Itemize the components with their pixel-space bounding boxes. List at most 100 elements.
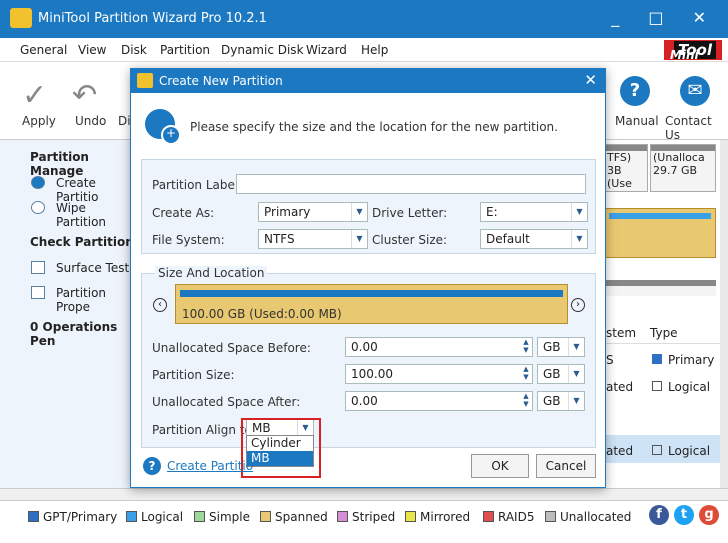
column-type[interactable]: Type (650, 326, 678, 340)
chevron-down-icon: ▼ (568, 392, 584, 410)
window-controls[interactable]: _ □ ✕ (611, 8, 718, 27)
sidebar-item-surface-test[interactable]: Surface Test (56, 261, 129, 275)
chevron-down-icon: ▼ (571, 230, 587, 248)
action-panel: Partition Manage Create Partitio Wipe Pa… (0, 140, 140, 490)
chevron-right-icon[interactable]: › (571, 298, 585, 312)
partition-size-input[interactable]: 100.00 ▲ ▼ (345, 364, 533, 384)
disk-view: TFS) 3B (Use (Unalloca 29.7 GB stem Type… (600, 140, 728, 490)
legend-logical: Logical (126, 510, 183, 524)
chevron-down-icon: ▼ (568, 338, 584, 356)
minitool-logo: Mini Tool (663, 40, 722, 62)
dialog-title: Create New Partition (159, 74, 283, 88)
create-as-select[interactable]: Primary ▼ (258, 202, 368, 222)
list-header: stem Type (600, 320, 728, 344)
column-file-system[interactable]: stem (606, 326, 636, 340)
horizontal-scrollbar[interactable] (0, 488, 728, 500)
help-link[interactable]: Create Partitio (167, 459, 253, 473)
file-system-label: File System: (152, 233, 225, 247)
manual-button[interactable]: Manual (615, 114, 659, 128)
create-partition-icon (31, 176, 45, 189)
disk-block-row (604, 280, 716, 296)
menu-disk[interactable]: Disk (121, 43, 147, 57)
sidebar-item-create-partition[interactable]: Create Partitio (56, 176, 139, 204)
cluster-size-label: Cluster Size: (372, 233, 448, 247)
check-partition-heading: Check Partition (30, 235, 134, 249)
unallocated-block[interactable]: (Unalloca 29.7 GB (650, 144, 716, 192)
dialog-app-icon (137, 73, 153, 88)
chevron-down-icon: ▼ (351, 203, 367, 221)
close-icon[interactable]: ✕ (584, 71, 597, 89)
undo-arrow-icon[interactable]: ↶ (72, 78, 97, 113)
partition-size-fill (180, 290, 563, 297)
help-icon[interactable]: ? (143, 457, 161, 475)
title-bar: MiniTool Partition Wizard Pro 10.2.1 _ □… (0, 0, 728, 38)
create-partition-dialog: Create New Partition ✕ Please specify th… (130, 68, 606, 488)
menu-view[interactable]: View (78, 43, 106, 57)
legend-unallocated: Unallocated (545, 510, 631, 524)
spinner-icon: ▲ ▼ (523, 365, 529, 381)
app-logo-icon (10, 8, 32, 28)
wipe-partition-icon (31, 201, 45, 214)
legend-gpt-primary: GPT/Primary (28, 510, 117, 524)
unallocated-before-input[interactable]: 0.00 ▲ ▼ (345, 337, 533, 357)
google-plus-icon[interactable]: g (699, 505, 719, 525)
cancel-button[interactable]: Cancel (536, 454, 596, 478)
contact-mail-icon[interactable]: ✉ (680, 76, 710, 106)
sidebar-item-partition-properties[interactable]: Partition Prope (56, 286, 139, 314)
contact-button[interactable]: Contact Us (665, 114, 728, 142)
disk-partition-block[interactable]: TFS) 3B (Use (604, 144, 648, 192)
menu-general[interactable]: General (20, 43, 67, 57)
create-as-label: Create As: (152, 206, 215, 220)
chevron-down-icon: ▼ (571, 203, 587, 221)
list-row-selected[interactable]: ated Logical (600, 435, 720, 463)
menu-help[interactable]: Help (361, 43, 388, 57)
undo-button[interactable]: Undo (75, 114, 106, 128)
unallocated-after-label: Unallocated Space After: (152, 395, 301, 409)
unallocated-after-input[interactable]: 0.00 ▲ ▼ (345, 391, 533, 411)
partition-size-label: Partition Size: (152, 368, 235, 382)
partition-properties-icon (31, 286, 45, 299)
partition-label-input[interactable] (236, 174, 586, 194)
legend-spanned: Spanned (260, 510, 328, 524)
partition-size-unit[interactable]: GB ▼ (537, 364, 585, 384)
twitter-icon[interactable]: t (674, 505, 694, 525)
partition-size-bar[interactable]: 100.00 GB (Used:0.00 MB) (175, 284, 568, 324)
cluster-size-select[interactable]: Default ▼ (480, 229, 588, 249)
window-title: MiniTool Partition Wizard Pro 10.2.1 (38, 11, 267, 26)
chevron-down-icon: ▼ (568, 365, 584, 383)
selected-disk-block[interactable] (604, 208, 716, 258)
apply-check-icon[interactable]: ✓ (22, 78, 47, 113)
partition-add-icon (145, 109, 181, 145)
dialog-intro: Please specify the size and the location… (190, 120, 558, 134)
spinner-icon: ▲ ▼ (523, 338, 529, 354)
chevron-left-icon[interactable]: ‹ (153, 298, 167, 312)
menu-wizard[interactable]: Wizard (306, 43, 347, 57)
partition-settings-group: Partition Label: Create As: Primary ▼ Dri… (141, 159, 596, 254)
menu-partition[interactable]: Partition (160, 43, 210, 57)
unallocated-after-unit[interactable]: GB ▼ (537, 391, 585, 411)
surface-test-icon (31, 261, 45, 274)
apply-button[interactable]: Apply (22, 114, 56, 128)
unallocated-before-unit[interactable]: GB ▼ (537, 337, 585, 357)
list-cell: S (606, 353, 614, 367)
vertical-scrollbar[interactable] (720, 140, 728, 488)
size-location-heading: Size And Location (155, 266, 268, 280)
list-cell: ated (606, 380, 634, 394)
drive-letter-label: Drive Letter: (372, 206, 448, 220)
list-cell-logical: Logical (652, 380, 710, 394)
drive-letter-select[interactable]: E: ▼ (480, 202, 588, 222)
ok-button[interactable]: OK (471, 454, 529, 478)
legend-simple: Simple (194, 510, 250, 524)
spinner-icon: ▲ ▼ (523, 392, 529, 408)
menu-dynamic-disk[interactable]: Dynamic Disk (221, 43, 304, 57)
manual-help-icon[interactable]: ? (620, 76, 650, 106)
file-system-select[interactable]: NTFS ▼ (258, 229, 368, 249)
discard-button[interactable]: Di (118, 114, 131, 128)
sidebar-item-wipe-partition[interactable]: Wipe Partition (56, 201, 139, 229)
list-cell-primary: Primary (652, 353, 714, 367)
facebook-icon[interactable]: f (649, 505, 669, 525)
menu-bar: General View Disk Partition Dynamic Disk… (0, 38, 728, 62)
legend-bar: GPT/Primary Logical Simple Spanned Strip… (0, 500, 728, 543)
legend-raid5: RAID5 (483, 510, 534, 524)
legend-mirrored: Mirrored (405, 510, 470, 524)
